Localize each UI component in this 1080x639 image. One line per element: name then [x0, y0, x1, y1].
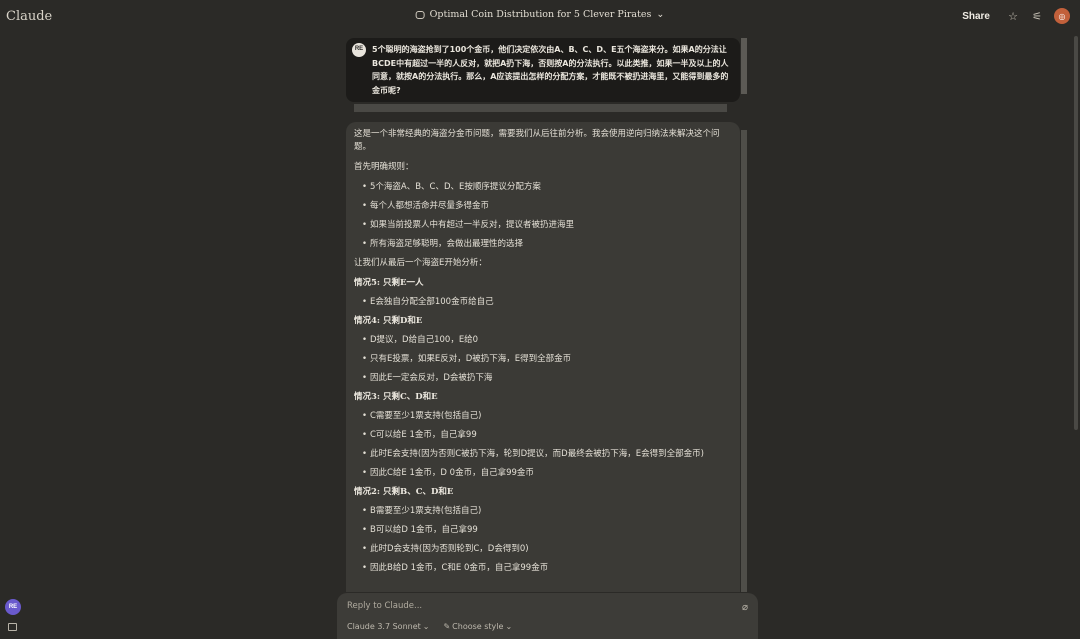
- list-item: 所有海盗足够聪明，会做出最理性的选择: [362, 238, 728, 251]
- list-item: 此时E会支持(因为否则C被扔下海，轮到D提议，而D最终会被扔下海，E会得到全部金…: [362, 448, 728, 461]
- top-actions: Share ☆ ⚟ ◎: [956, 8, 1070, 25]
- list-item: 因此B给D 1金币，C和E 0金币，自己拿99金币: [362, 562, 728, 575]
- model-selector-label: Claude 3.7 Sonnet: [347, 622, 421, 631]
- case-heading: 情况5: 只剩E一人: [354, 278, 424, 288]
- rules-heading: 首先明确规则：: [354, 162, 414, 172]
- reply-input[interactable]: [347, 601, 727, 611]
- list-item: D提议，D给自己100，E给0: [362, 334, 728, 347]
- share-button[interactable]: Share: [956, 8, 996, 25]
- style-selector-label: Choose style: [452, 622, 504, 631]
- reply-composer: ⌀ Claude 3.7 Sonnet ⌄ ✎ Choose style ⌄: [337, 593, 758, 639]
- case-list: C需要至少1票支持(包括自己) C可以给E 1金币，自己拿99 此时E会支持(因…: [362, 410, 728, 480]
- case-heading: 情况2: 只剩B、C、D和E: [354, 487, 454, 497]
- chat-bubble-icon: [415, 10, 425, 19]
- assistant-message: 这是一个非常经典的海盗分金币问题，需要我们从后往前分析。我会使用逆向归纳法来解决…: [346, 122, 740, 592]
- account-avatar[interactable]: ◎: [1054, 8, 1070, 24]
- list-item: 因此E一定会反对，D会被扔下海: [362, 372, 728, 385]
- sidebar-toggle-icon[interactable]: [8, 623, 17, 631]
- user-avatar: RE: [352, 43, 366, 57]
- list-item: 因此C给E 1金币，D 0金币，自己拿99金币: [362, 467, 728, 480]
- app-brand[interactable]: Claude: [6, 9, 52, 24]
- list-item: 5个海盗A、B、C、D、E按顺序提议分配方案: [362, 181, 728, 194]
- list-item: E会独自分配全部100金币给自己: [362, 296, 728, 309]
- list-item: 每个人都想活命并尽量多得金币: [362, 200, 728, 213]
- user-message-vertical-scrollbar[interactable]: [741, 38, 747, 94]
- chevron-down-icon: ⌄: [422, 622, 430, 631]
- model-selector[interactable]: Claude 3.7 Sonnet ⌄: [347, 622, 429, 631]
- list-item: B可以给D 1金币，自己拿99: [362, 524, 728, 537]
- case-list: E会独自分配全部100金币给自己: [362, 296, 728, 309]
- list-item: C需要至少1票支持(包括自己): [362, 410, 728, 423]
- pen-icon: ✎: [443, 622, 451, 631]
- assistant-message-scrollbar[interactable]: [741, 130, 747, 592]
- reply-options: Claude 3.7 Sonnet ⌄ ✎ Choose style ⌄: [347, 622, 512, 631]
- case-list: B需要至少1票支持(包括自己) B可以给D 1金币，自己拿99 此时D会支持(因…: [362, 505, 728, 575]
- case-heading: 情况3: 只剩C、D和E: [354, 392, 438, 402]
- chevron-down-icon: ⌄: [505, 622, 513, 631]
- rules-list: 5个海盗A、B、C、D、E按顺序提议分配方案 每个人都想活命并尽量多得金币 如果…: [362, 181, 728, 251]
- settings-sliders-icon[interactable]: ⚟: [1030, 9, 1044, 23]
- sidebar-user-avatar[interactable]: RE: [5, 599, 21, 615]
- analysis-start: 让我们从最后一个海盗E开始分析：: [354, 258, 487, 268]
- case-list: D提议，D给自己100，E给0 只有E投票，如果E反对，D被扔下海，E得到全部金…: [362, 334, 728, 385]
- list-item: C可以给E 1金币，自己拿99: [362, 429, 728, 442]
- star-icon[interactable]: ☆: [1006, 9, 1020, 23]
- assistant-intro: 这是一个非常经典的海盗分金币问题，需要我们从后往前分析。我会使用逆向归纳法来解决…: [354, 129, 720, 152]
- case-heading: 情况4: 只剩D和E: [354, 316, 423, 326]
- paperclip-icon[interactable]: ⌀: [742, 602, 748, 613]
- user-message-scrollbar[interactable]: [354, 104, 727, 112]
- style-selector[interactable]: ✎ Choose style ⌄: [443, 622, 512, 631]
- conversation-title-text: Optimal Coin Distribution for 5 Clever P…: [429, 9, 652, 20]
- list-item: 只有E投票，如果E反对，D被扔下海，E得到全部金币: [362, 353, 728, 366]
- user-message-text: 5个聪明的海盗抢到了100个金币，他们决定依次由A、B、C、D、E五个海盗来分。…: [372, 45, 729, 95]
- top-bar: Claude Optimal Coin Distribution for 5 C…: [0, 0, 1080, 32]
- conversation-title[interactable]: Optimal Coin Distribution for 5 Clever P…: [415, 9, 665, 20]
- list-item: 此时D会支持(因为否则轮到C，D会得到0): [362, 543, 728, 556]
- chevron-down-icon: ⌄: [656, 9, 665, 20]
- list-item: B需要至少1票支持(包括自己): [362, 505, 728, 518]
- page-scrollbar[interactable]: [1074, 36, 1078, 430]
- list-item: 如果当前投票人中有超过一半反对，提议者被扔进海里: [362, 219, 728, 232]
- user-message: RE 5个聪明的海盗抢到了100个金币，他们决定依次由A、B、C、D、E五个海盗…: [346, 38, 740, 102]
